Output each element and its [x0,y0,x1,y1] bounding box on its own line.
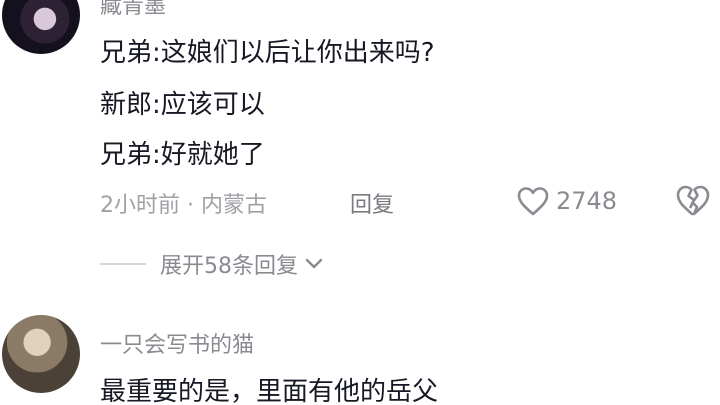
avatar[interactable] [2,315,80,393]
comment-text-line: 兄弟:这娘们以后让你出来吗? [100,38,435,68]
broken-heart-icon[interactable] [675,183,711,217]
comment-text-line: 兄弟:好就她了 [100,140,265,170]
expand-replies-button[interactable]: 展开58条回复 [100,247,324,281]
heart-icon [517,187,549,216]
reply-button[interactable]: 回复 [350,187,394,219]
divider [100,263,146,265]
like-count: 2748 [556,187,618,215]
avatar[interactable] [2,0,80,54]
comment-text-line: 最重要的是，里面有他的岳父 [100,377,439,405]
expand-replies-label: 展开58条回复 [160,254,298,279]
comment-username[interactable]: 藏青墨 [100,0,166,20]
comment-time-location: 2小时前 · 内蒙古 [100,193,267,218]
like-button[interactable]: 2748 [516,183,617,219]
chevron-down-icon [305,258,323,269]
comment-username[interactable]: 一只会写书的猫 [100,327,254,359]
comment-text-line: 新郎:应该可以 [100,90,265,120]
